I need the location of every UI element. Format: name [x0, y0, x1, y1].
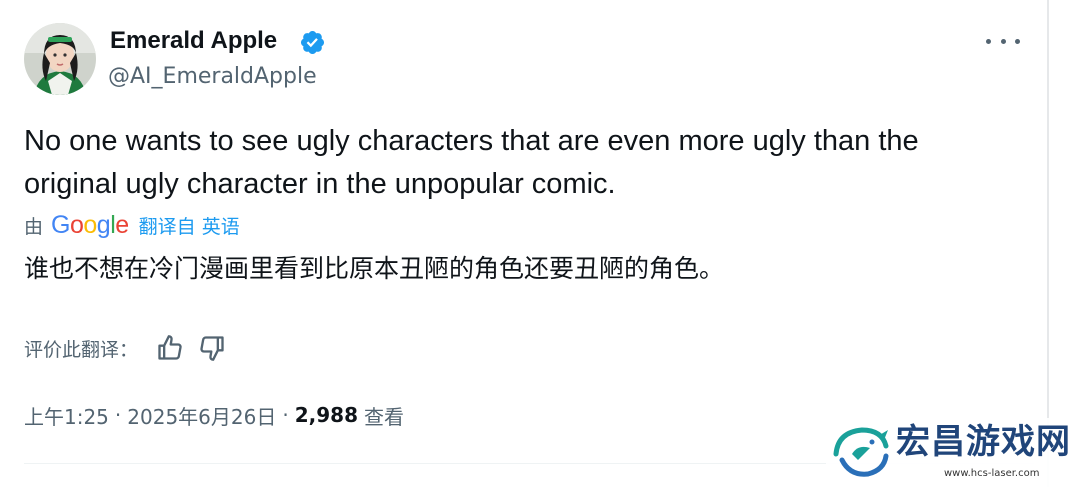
tweet-date[interactable]: 2025年6月26日	[127, 401, 276, 430]
scrollbar[interactable]	[1047, 0, 1049, 487]
watermark-title: 宏昌游戏网	[896, 422, 1071, 462]
thumbs-up-icon[interactable]	[156, 334, 184, 362]
translated-by-label: 由	[24, 215, 44, 238]
google-logo: Google	[51, 210, 129, 239]
tweet-detail: Emerald Apple @AI_EmeraldApple No one wa…	[0, 0, 1080, 487]
thumbs-down-icon[interactable]	[198, 334, 226, 362]
avatar-icon	[24, 23, 96, 95]
meta-separator: ·	[282, 403, 289, 427]
avatar[interactable]	[24, 23, 96, 95]
verified-badge-icon	[300, 30, 325, 55]
translated-from-link[interactable]: 翻译自 英语	[139, 212, 240, 239]
watermark: 宏昌游戏网 www.hcs-laser.com	[826, 418, 1080, 487]
tweet-text-line: No one wants to see ugly characters that…	[24, 125, 919, 157]
more-dot	[1000, 38, 1006, 44]
tweet-text-line: original ugly character in the unpopular…	[24, 168, 616, 200]
views-count[interactable]: 2,988	[295, 403, 358, 427]
meta-separator: ·	[114, 403, 122, 427]
more-dot	[986, 38, 991, 44]
dragon-logo-icon	[833, 427, 889, 477]
rate-translation-label: 评价此翻译：	[24, 338, 139, 361]
rate-translation: 评价此翻译：	[24, 332, 240, 364]
tweet-time[interactable]: 上午1:25	[24, 401, 109, 430]
translated-text: 谁也不想在冷门漫画里看到比原本丑陋的角色还要丑陋的角色。	[24, 254, 725, 283]
tweet-text: No one wants to see ugly characters that…	[24, 120, 1014, 206]
more-options-icon[interactable]	[986, 28, 1020, 54]
translated-by: 由 Google 翻译自 英语	[24, 208, 240, 242]
more-dot	[1015, 38, 1020, 44]
views-label[interactable]: 查看	[364, 401, 404, 430]
watermark-url: www.hcs-laser.com	[944, 468, 1040, 479]
tweet-meta: 上午1:25 · 2025年6月26日 · 2,988 查看	[24, 398, 404, 432]
display-name[interactable]: Emerald Apple	[110, 26, 277, 56]
user-handle[interactable]: @AI_EmeraldApple	[108, 62, 317, 92]
